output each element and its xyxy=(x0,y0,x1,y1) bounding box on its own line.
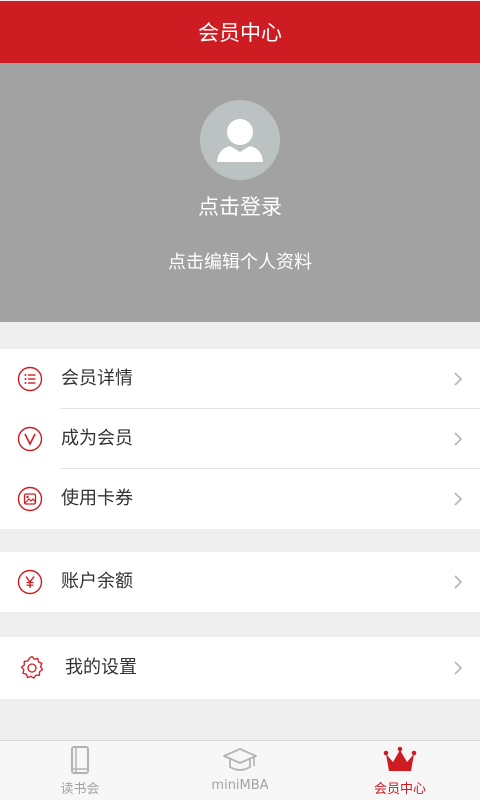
gear-icon xyxy=(20,655,44,679)
menu-group-membership: 会员详情 成为会员 使用卡券 xyxy=(0,349,480,529)
chevron-right-icon xyxy=(454,575,463,589)
menu-item-use-coupon[interactable]: 使用卡券 xyxy=(0,469,480,529)
menu-group-settings: 我的设置 xyxy=(0,637,480,699)
vip-v-icon xyxy=(17,426,43,452)
menu-item-account-balance[interactable]: 账户余额 xyxy=(0,552,480,612)
graduation-cap-icon xyxy=(223,748,257,771)
tab-label: miniMBA xyxy=(211,778,269,793)
profile-card[interactable]: 点击登录 点击编辑个人资料 xyxy=(0,63,480,322)
menu-item-label: 我的设置 xyxy=(65,657,137,678)
tab-minimba[interactable]: miniMBA xyxy=(160,741,320,800)
chevron-right-icon xyxy=(454,432,463,446)
tab-reading-club[interactable]: 读书会 xyxy=(0,741,160,800)
yen-icon xyxy=(17,569,43,595)
login-link[interactable]: 点击登录 xyxy=(0,191,480,221)
app-header: 会员中心 xyxy=(0,0,480,63)
menu-group-account: 账户余额 xyxy=(0,552,480,612)
user-silhouette-icon xyxy=(217,119,263,162)
tab-label: 读书会 xyxy=(60,782,100,797)
menu-item-label: 使用卡券 xyxy=(61,488,133,509)
coupon-icon xyxy=(17,486,43,512)
crown-icon xyxy=(383,746,417,771)
menu-item-label: 账户余额 xyxy=(61,571,133,592)
menu-item-my-settings[interactable]: 我的设置 xyxy=(0,637,480,699)
chevron-right-icon xyxy=(454,372,463,386)
chevron-right-icon xyxy=(454,492,463,506)
menu-item-member-details[interactable]: 会员详情 xyxy=(0,349,480,409)
page-title: 会员中心 xyxy=(198,21,282,45)
menu-item-label: 会员详情 xyxy=(61,368,133,389)
list-circle-icon xyxy=(17,366,43,392)
menu-item-label: 成为会员 xyxy=(61,428,133,449)
chevron-right-icon xyxy=(454,661,463,675)
book-icon xyxy=(71,746,89,774)
bottom-tab-bar: 读书会 miniMBA 会员中心 xyxy=(0,740,480,800)
tab-label: 会员中心 xyxy=(373,782,426,797)
avatar[interactable] xyxy=(200,100,280,180)
edit-profile-link[interactable]: 点击编辑个人资料 xyxy=(0,248,480,274)
tab-member-center[interactable]: 会员中心 xyxy=(320,741,480,800)
menu-item-become-member[interactable]: 成为会员 xyxy=(0,409,480,469)
